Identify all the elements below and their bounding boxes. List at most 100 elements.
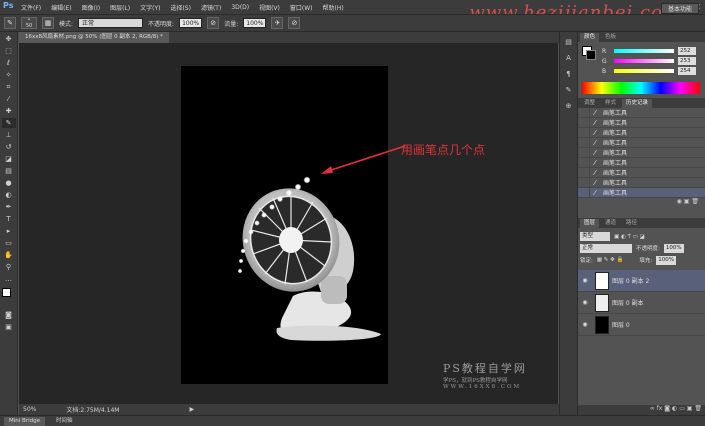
clone-stamp-tool-icon[interactable]: ⊥ bbox=[2, 130, 16, 140]
menu-window[interactable]: 窗口(W) bbox=[285, 3, 318, 12]
history-item[interactable]: ⁄ 画笔工具 bbox=[578, 137, 705, 148]
history-item-current[interactable]: ⁄ 画笔工具 bbox=[578, 187, 705, 198]
menu-image[interactable]: 图像(I) bbox=[77, 3, 105, 12]
visibility-eye-icon[interactable]: ◉ bbox=[578, 321, 592, 328]
menu-help[interactable]: 帮助(H) bbox=[318, 3, 349, 12]
layer-opacity-field[interactable]: 100% bbox=[663, 243, 684, 253]
channel-r-value[interactable]: 252 bbox=[678, 47, 696, 55]
character-panel-icon[interactable]: A bbox=[563, 52, 575, 64]
clone-source-panel-icon[interactable]: ⊕ bbox=[563, 100, 575, 112]
menu-edit[interactable]: 编辑(E) bbox=[46, 3, 76, 12]
brush-tool-icon[interactable]: ✎ bbox=[1, 118, 16, 128]
layer-row[interactable]: ◉ 图层 0 副本 bbox=[578, 292, 705, 314]
menu-view[interactable]: 视图(V) bbox=[254, 3, 285, 12]
menu-layer[interactable]: 图层(L) bbox=[105, 3, 135, 12]
type-tool-icon[interactable]: T bbox=[2, 214, 16, 224]
tab-layers[interactable]: 图层 bbox=[580, 219, 600, 228]
channel-g-slider[interactable] bbox=[614, 59, 674, 63]
delete-layer-icon[interactable]: 🗑 bbox=[694, 405, 702, 412]
pen-tool-icon[interactable]: ✒ bbox=[2, 202, 16, 212]
mask-icon[interactable]: ◙ bbox=[664, 405, 670, 412]
brush-preset-picker[interactable]: • 50 bbox=[21, 17, 37, 29]
fill-field[interactable]: 100% bbox=[656, 255, 676, 265]
lasso-tool-icon[interactable]: ℓ bbox=[2, 58, 16, 68]
brush-tool-icon[interactable]: ✎ bbox=[4, 17, 16, 29]
brush-panel-icon[interactable]: ✎ bbox=[563, 84, 575, 96]
pressure-size-icon[interactable]: ⊘ bbox=[288, 17, 301, 29]
adjustment-icon[interactable]: ◐ bbox=[672, 405, 677, 412]
visibility-eye-icon[interactable]: ◉ bbox=[578, 299, 592, 306]
gradient-tool-icon[interactable]: ▤ bbox=[2, 166, 16, 176]
group-icon[interactable]: ▭ bbox=[679, 405, 685, 412]
pressure-opacity-icon[interactable]: ⊘ bbox=[207, 17, 220, 29]
visibility-eye-icon[interactable]: ◉ bbox=[578, 277, 592, 284]
trash-icon[interactable]: 🗑 bbox=[691, 198, 699, 205]
history-item[interactable]: ⁄ 画笔工具 bbox=[578, 157, 705, 168]
more-tools-icon[interactable]: … bbox=[2, 274, 16, 284]
tab-adjustments[interactable]: 调整 bbox=[580, 99, 599, 108]
marquee-tool-icon[interactable]: ⬚ bbox=[2, 46, 16, 56]
bg-color-chip[interactable] bbox=[586, 50, 596, 60]
hand-tool-icon[interactable]: ✋ bbox=[2, 250, 16, 260]
history-item[interactable]: ⁄ 画笔工具 bbox=[578, 108, 705, 118]
status-menu-arrow-icon[interactable]: ▶ bbox=[129, 406, 194, 413]
tab-history[interactable]: 历史记录 bbox=[622, 99, 653, 108]
tab-paths[interactable]: 路径 bbox=[622, 219, 641, 228]
channel-b-slider[interactable] bbox=[614, 69, 674, 73]
flow-field[interactable]: 100% bbox=[243, 18, 267, 28]
document-canvas[interactable] bbox=[181, 66, 388, 384]
new-snapshot-icon[interactable]: ◉ bbox=[677, 198, 682, 205]
color-spectrum-ramp[interactable] bbox=[582, 82, 700, 94]
blend-mode-select[interactable]: 正常 bbox=[580, 243, 632, 253]
tab-channels[interactable]: 通道 bbox=[601, 219, 620, 228]
layer-row[interactable]: ◉ 图层 0 bbox=[578, 314, 705, 336]
shape-tool-icon[interactable]: ▭ bbox=[2, 238, 16, 248]
color-swatches[interactable] bbox=[0, 288, 17, 308]
zoom-level[interactable]: 50% bbox=[23, 406, 36, 413]
lock-icons[interactable]: ▦ ✎ ✥ 🔒 bbox=[597, 257, 624, 263]
zoom-tool-icon[interactable]: ⚲ bbox=[2, 262, 16, 272]
menu-filter[interactable]: 滤镜(T) bbox=[196, 3, 226, 12]
eyedropper-tool-icon[interactable]: ⁄ bbox=[2, 94, 16, 104]
camera-icon[interactable]: ▣ bbox=[684, 198, 690, 205]
filter-icons[interactable]: ▣ ◐ T ▭ ◪ bbox=[614, 234, 645, 240]
fx-icon[interactable]: fx bbox=[657, 405, 663, 412]
history-brush-tool-icon[interactable]: ↺ bbox=[2, 142, 16, 152]
tab-mini-bridge[interactable]: Mini Bridge bbox=[4, 416, 45, 426]
tab-swatches[interactable]: 色板 bbox=[601, 33, 620, 42]
history-item[interactable]: ⁄ 画笔工具 bbox=[578, 147, 705, 158]
opacity-field[interactable]: 100% bbox=[179, 18, 203, 28]
workspace-switcher[interactable]: 基本功能 bbox=[660, 3, 699, 14]
quick-mask-icon[interactable]: ◙ bbox=[2, 310, 16, 320]
layer-row[interactable]: ◉ 图层 0 副本 2 bbox=[578, 270, 705, 292]
menu-type[interactable]: 文字(Y) bbox=[135, 3, 165, 12]
channel-g-value[interactable]: 253 bbox=[678, 57, 696, 65]
move-tool-icon[interactable]: ✥ bbox=[2, 34, 16, 44]
history-item[interactable]: ⁄ 画笔工具 bbox=[578, 127, 705, 138]
history-item[interactable]: ⁄ 画笔工具 bbox=[578, 117, 705, 128]
layer-filter-select[interactable]: 类型 bbox=[580, 232, 610, 241]
history-panel-icon[interactable]: ▤ bbox=[563, 36, 575, 48]
path-select-tool-icon[interactable]: ▸ bbox=[2, 226, 16, 236]
crop-tool-icon[interactable]: ⌗ bbox=[2, 82, 16, 92]
menu-file[interactable]: 文件(F) bbox=[16, 3, 46, 12]
dodge-tool-icon[interactable]: ◐ bbox=[2, 190, 16, 200]
airbrush-icon[interactable]: ✈ bbox=[271, 17, 284, 29]
new-layer-icon[interactable]: ▣ bbox=[687, 405, 693, 412]
quick-select-tool-icon[interactable]: ✧ bbox=[2, 70, 16, 80]
tab-color[interactable]: 颜色 bbox=[580, 33, 600, 42]
link-icon[interactable]: ∞ bbox=[650, 405, 655, 412]
channel-b-value[interactable]: 254 bbox=[678, 67, 696, 75]
tab-styles[interactable]: 样式 bbox=[601, 99, 620, 108]
tab-timeline[interactable]: 时间轴 bbox=[51, 417, 78, 426]
blur-tool-icon[interactable]: ● bbox=[2, 178, 16, 188]
screen-mode-icon[interactable]: ▣ bbox=[2, 322, 16, 332]
paragraph-panel-icon[interactable]: ¶ bbox=[563, 68, 575, 80]
document-tab[interactable]: 16xx8风扇素材.png @ 50% (图层 0 副本 2, RGB/8) * bbox=[19, 32, 169, 43]
mode-select[interactable]: 正常 bbox=[78, 18, 144, 28]
menu-3d[interactable]: 3D(D) bbox=[226, 4, 254, 11]
foreground-color-swatch[interactable] bbox=[2, 288, 11, 297]
menu-select[interactable]: 选择(S) bbox=[165, 3, 196, 12]
history-item[interactable]: ⁄ 画笔工具 bbox=[578, 167, 705, 178]
history-item[interactable]: ⁄ 画笔工具 bbox=[578, 177, 705, 188]
